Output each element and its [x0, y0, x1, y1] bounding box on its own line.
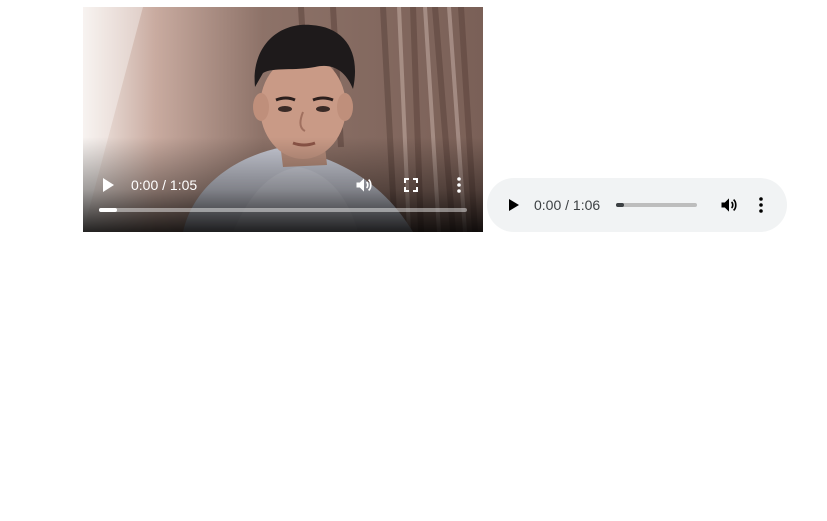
audio-play-button[interactable] — [503, 194, 525, 216]
video-fullscreen-button[interactable] — [400, 174, 422, 196]
video-play-button[interactable] — [97, 174, 119, 196]
video-progress-fill — [99, 208, 118, 212]
fullscreen-icon — [404, 178, 418, 192]
audio-time-display: 0:00 / 1:06 — [534, 197, 601, 213]
video-time-display: 0:00 / 1:05 — [131, 177, 198, 193]
audio-more-options-button[interactable] — [751, 193, 771, 217]
more-options-icon — [457, 177, 461, 193]
audio-player[interactable]: 0:00 / 1:06 — [487, 178, 787, 232]
volume-icon — [721, 198, 737, 212]
video-volume-button[interactable] — [352, 173, 376, 197]
video-progress-bar[interactable] — [99, 208, 467, 212]
audio-volume-button[interactable] — [717, 193, 741, 217]
play-icon — [509, 199, 519, 211]
video-more-options-button[interactable] — [449, 173, 469, 197]
audio-progress-fill — [616, 203, 625, 207]
page: 0:00 / 1:05 0:00 / 1:06 — [0, 0, 827, 521]
volume-icon — [356, 178, 372, 192]
more-options-icon — [759, 197, 763, 213]
play-icon — [103, 178, 114, 192]
video-player[interactable]: 0:00 / 1:05 — [83, 7, 483, 232]
audio-progress-bar[interactable] — [616, 203, 697, 207]
